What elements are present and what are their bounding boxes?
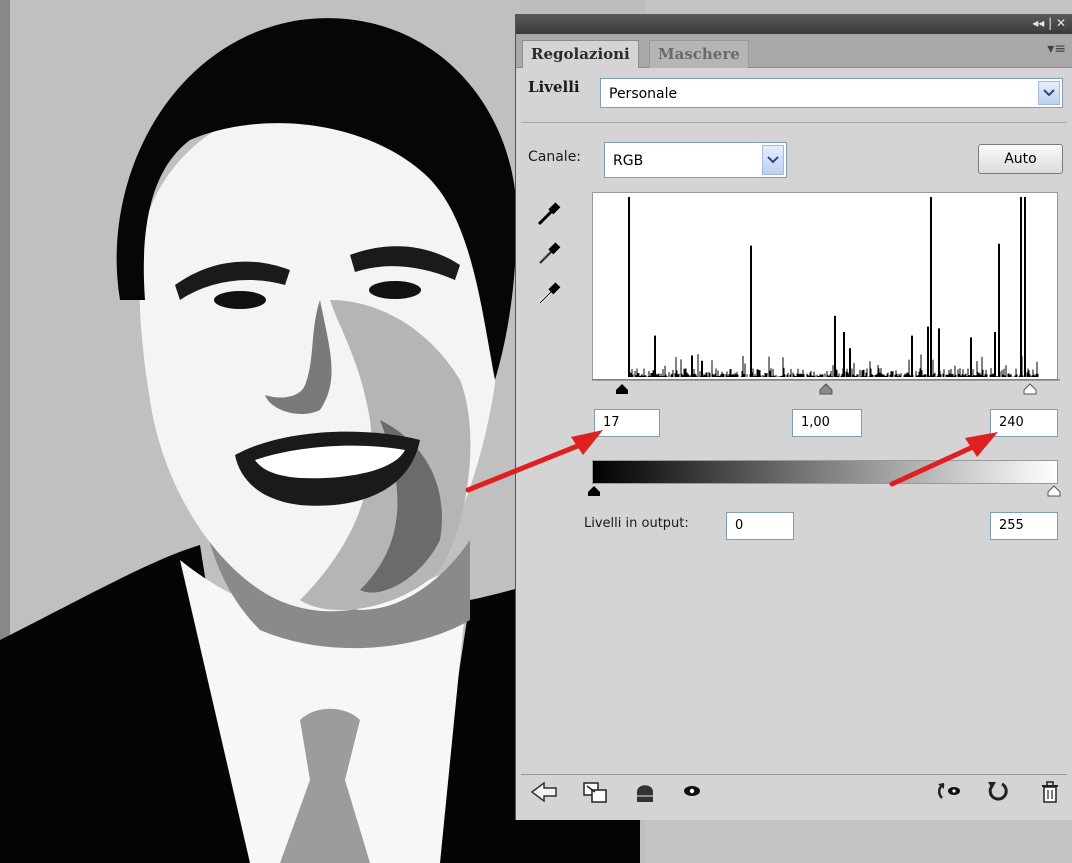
annotation-arrow-white-point [889, 432, 998, 487]
annotation-arrows [465, 430, 998, 493]
annotation-arrow-black-point [465, 430, 603, 493]
